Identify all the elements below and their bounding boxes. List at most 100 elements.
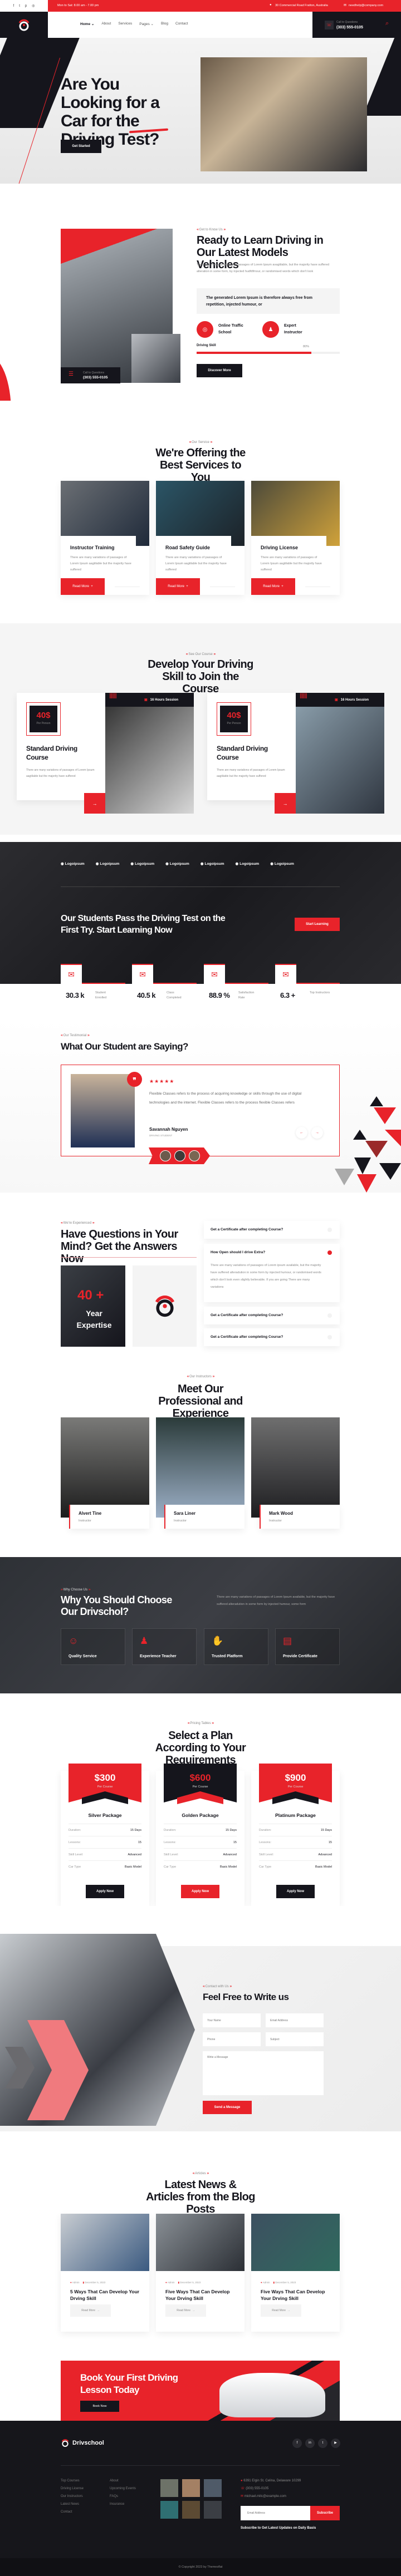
- facebook-icon[interactable]: f: [292, 2439, 302, 2448]
- collapse-icon[interactable]: [327, 1250, 332, 1255]
- section-tag: ‹‹‹ Pricing Tables ›››: [187, 1722, 214, 1725]
- apply-now-button[interactable]: Apply Now: [86, 1885, 124, 1898]
- gallery-image[interactable]: [160, 2479, 178, 2497]
- instructor-card: Mark Wood Instructor: [251, 1417, 340, 1529]
- subscribe-button[interactable]: Subscribe: [310, 2506, 340, 2520]
- nav-home[interactable]: Home ⌄: [80, 22, 94, 26]
- gallery-image[interactable]: [204, 2479, 222, 2497]
- apply-now-button[interactable]: Apply Now: [276, 1885, 315, 1898]
- read-more-button[interactable]: Read More +: [61, 578, 105, 595]
- footer-link[interactable]: Insurance: [110, 2503, 136, 2506]
- twitter-icon[interactable]: t: [19, 4, 20, 8]
- instructor-name[interactable]: Alvert Tine: [79, 1511, 101, 1516]
- button-label: Read More: [168, 585, 184, 588]
- faq-item[interactable]: Get a Certificate after completing Cours…: [204, 1221, 340, 1239]
- plan-period: Per Course: [192, 1785, 208, 1789]
- send-message-button[interactable]: Send a Message: [203, 2101, 252, 2114]
- student-avatar[interactable]: [174, 1150, 185, 1161]
- instructor-photo[interactable]: [61, 1417, 149, 1518]
- feature-value: 15: [328, 1840, 332, 1844]
- linkedin-icon[interactable]: in: [305, 2439, 315, 2448]
- read-more-button[interactable]: Read More →: [261, 2304, 301, 2317]
- expand-icon[interactable]: [327, 1335, 332, 1339]
- nav-about[interactable]: About: [101, 22, 111, 26]
- footer-link[interactable]: Top Courses: [61, 2479, 84, 2483]
- course-arrow-button[interactable]: →: [275, 793, 296, 814]
- read-more-button[interactable]: Read More →: [165, 2304, 206, 2317]
- footer-link[interactable]: Latest News: [61, 2503, 84, 2506]
- read-more-button[interactable]: Read More +: [156, 578, 200, 595]
- youtube-icon[interactable]: ▶: [331, 2439, 340, 2448]
- facebook-icon[interactable]: f: [13, 4, 14, 8]
- expand-icon[interactable]: [327, 1228, 332, 1232]
- nav-pages[interactable]: Pages ⌄: [139, 22, 154, 26]
- calendar-icon: ▮: [273, 2281, 275, 2284]
- faq-item[interactable]: How Open should I drive Extra? There are…: [204, 1244, 340, 1302]
- prev-arrow-button[interactable]: ←: [296, 1127, 307, 1139]
- start-learning-button[interactable]: Start Learning: [295, 918, 340, 931]
- blog-image[interactable]: [61, 2214, 149, 2271]
- expand-icon[interactable]: [327, 1313, 332, 1318]
- instructor-photo[interactable]: [251, 1417, 340, 1518]
- student-avatar[interactable]: [189, 1150, 200, 1161]
- subject-input[interactable]: [266, 2032, 324, 2046]
- calendar-icon: ▮: [178, 2281, 179, 2284]
- call-number[interactable]: (303) 555-0105: [83, 376, 107, 380]
- gallery-image[interactable]: [182, 2501, 200, 2519]
- gallery-image[interactable]: [204, 2501, 222, 2519]
- call-number[interactable]: (303) 555-0105: [336, 26, 363, 29]
- email-input[interactable]: [266, 2013, 324, 2027]
- instructor-card: Alvert Tine Instructor: [61, 1417, 149, 1529]
- discover-more-button[interactable]: Discover More: [197, 364, 242, 377]
- get-started-button[interactable]: Get Started: [61, 140, 101, 153]
- post-title[interactable]: 5 Ways That Can Develop Your Drving Skil…: [70, 2288, 143, 2302]
- pinterest-icon[interactable]: p: [25, 4, 27, 8]
- footer-phone[interactable]: ☏ (303) 555-0105: [241, 2486, 301, 2490]
- phone-input[interactable]: [203, 2032, 261, 2046]
- post-title[interactable]: Five Ways That Can Develop Your Drving S…: [165, 2288, 238, 2302]
- footer-link[interactable]: Contact: [61, 2510, 84, 2514]
- quote-icon: ❞: [127, 1072, 142, 1087]
- footer-link[interactable]: Upcoming Events: [110, 2487, 136, 2490]
- student-avatar[interactable]: [160, 1150, 171, 1161]
- steering-wheel-logo-icon: [18, 19, 30, 31]
- logo[interactable]: [0, 12, 48, 38]
- footer-link[interactable]: Driving License: [61, 2487, 84, 2490]
- subscribe-email-input[interactable]: [241, 2506, 311, 2520]
- next-arrow-button[interactable]: →: [311, 1127, 323, 1139]
- footer-email[interactable]: ✉ michael.mitc@example.com: [241, 2494, 301, 2498]
- gallery-image[interactable]: [182, 2479, 200, 2497]
- post-title[interactable]: Five Ways That Can Develop Your Drving S…: [261, 2288, 333, 2302]
- name-input[interactable]: [203, 2013, 261, 2027]
- nav-services[interactable]: Services: [118, 22, 132, 26]
- nav-blog[interactable]: Blog: [161, 22, 168, 26]
- instructor-name[interactable]: Mark Wood: [269, 1511, 293, 1516]
- footer-logo[interactable]: Drivschool: [61, 2439, 104, 2447]
- twitter-icon[interactable]: t: [318, 2439, 327, 2448]
- instructor-photo[interactable]: [156, 1417, 244, 1518]
- search-icon[interactable]: ⌕: [385, 20, 389, 27]
- about-text: There are many variations of passages of…: [197, 263, 330, 273]
- course-price: 40$: [227, 711, 241, 720]
- session-label: 16 Hours Session: [150, 698, 179, 702]
- footer-link[interactable]: Our Instructors: [61, 2495, 84, 2498]
- read-more-button[interactable]: Read More +: [251, 578, 295, 595]
- message-textarea[interactable]: [203, 2051, 324, 2095]
- footer-link[interactable]: About: [110, 2479, 136, 2483]
- instagram-icon[interactable]: ◎: [32, 4, 35, 8]
- gallery-image[interactable]: [160, 2501, 178, 2519]
- blog-image[interactable]: [251, 2214, 340, 2271]
- nav-contact[interactable]: Contact: [175, 22, 188, 26]
- course-arrow-button[interactable]: →: [84, 793, 105, 814]
- footer-link[interactable]: FAQs: [110, 2495, 136, 2498]
- plan-feature-row: Skill Level: Advanced: [259, 1848, 332, 1860]
- plan-name: Silver Package: [88, 1812, 122, 1818]
- faq-item[interactable]: Get a Certificate after completing Cours…: [204, 1307, 340, 1324]
- read-more-button[interactable]: Read More →: [70, 2304, 111, 2317]
- faq-item[interactable]: Get a Certificate after completing Cours…: [204, 1328, 340, 1346]
- apply-now-button[interactable]: Apply Now: [181, 1885, 219, 1898]
- blog-image[interactable]: [156, 2214, 244, 2271]
- instructor-name[interactable]: Sara Liner: [174, 1511, 195, 1516]
- book-now-button[interactable]: Book Now: [80, 2401, 119, 2412]
- email-link[interactable]: needhelp@company.com: [349, 4, 383, 7]
